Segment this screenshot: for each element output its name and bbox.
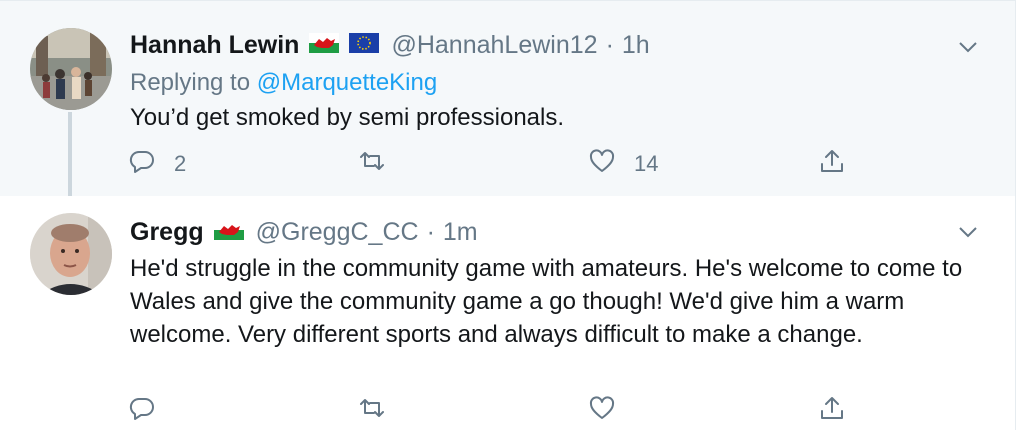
like-count: 14 xyxy=(634,151,659,176)
tweet-actions xyxy=(128,394,848,428)
author-handle[interactable]: @HannahLewin12 xyxy=(391,31,597,60)
replying-handle-link[interactable]: @MarquetteKing xyxy=(257,69,437,96)
share-icon xyxy=(818,147,846,181)
replying-to: Replying to @MarquetteKing xyxy=(130,69,437,97)
tweet-header: Hannah Lewin @HannahLewin12 · 1h xyxy=(130,31,650,60)
avatar[interactable] xyxy=(30,213,112,295)
timestamp[interactable]: 1h xyxy=(622,31,650,60)
share-button[interactable] xyxy=(818,394,846,428)
retweet-button[interactable] xyxy=(358,394,404,428)
reply-button[interactable]: 2 xyxy=(128,147,186,181)
tweet-text: He'd struggle in the community game with… xyxy=(130,255,963,348)
avatar[interactable] xyxy=(30,28,112,110)
like-button[interactable]: 14 xyxy=(588,147,658,181)
wales-flag-icon xyxy=(213,218,244,247)
tweet-hannah[interactable]: Hannah Lewin @HannahLewin12 · 1h Replyin… xyxy=(0,0,1016,198)
author-name[interactable]: Gregg xyxy=(130,218,204,247)
reply-icon xyxy=(128,147,156,181)
share-button[interactable] xyxy=(818,147,846,181)
reply-count: 2 xyxy=(174,151,187,176)
retweet-icon xyxy=(358,147,386,181)
author-name[interactable]: Hannah Lewin xyxy=(130,31,299,60)
chevron-down-icon[interactable] xyxy=(956,220,980,244)
tweet-actions: 2 14 xyxy=(128,147,848,181)
chevron-down-icon[interactable] xyxy=(956,35,980,59)
author-handle[interactable]: @GreggC_CC xyxy=(256,218,419,247)
replying-prefix: Replying to xyxy=(130,69,251,96)
share-icon xyxy=(818,394,846,428)
wales-flag-icon xyxy=(309,31,340,60)
separator: · xyxy=(426,218,435,246)
retweet-button[interactable] xyxy=(358,147,404,181)
timestamp[interactable]: 1m xyxy=(443,218,478,247)
reply-button[interactable] xyxy=(128,394,174,428)
retweet-icon xyxy=(358,394,386,428)
eu-flag-icon xyxy=(349,31,380,60)
heart-icon xyxy=(588,394,616,428)
thread-line xyxy=(68,112,72,198)
timeline-right-border xyxy=(1015,0,1024,430)
heart-icon xyxy=(588,147,616,181)
tweet-text: You’d get smoked by semi professionals. xyxy=(130,104,565,131)
reply-icon xyxy=(128,394,156,428)
tweet-header: Gregg @GreggC_CC · 1m xyxy=(130,218,478,247)
tweet-gregg[interactable]: Gregg @GreggC_CC · 1m He'd struggle in t… xyxy=(0,196,1016,430)
like-button[interactable] xyxy=(588,394,634,428)
separator: · xyxy=(605,31,614,59)
